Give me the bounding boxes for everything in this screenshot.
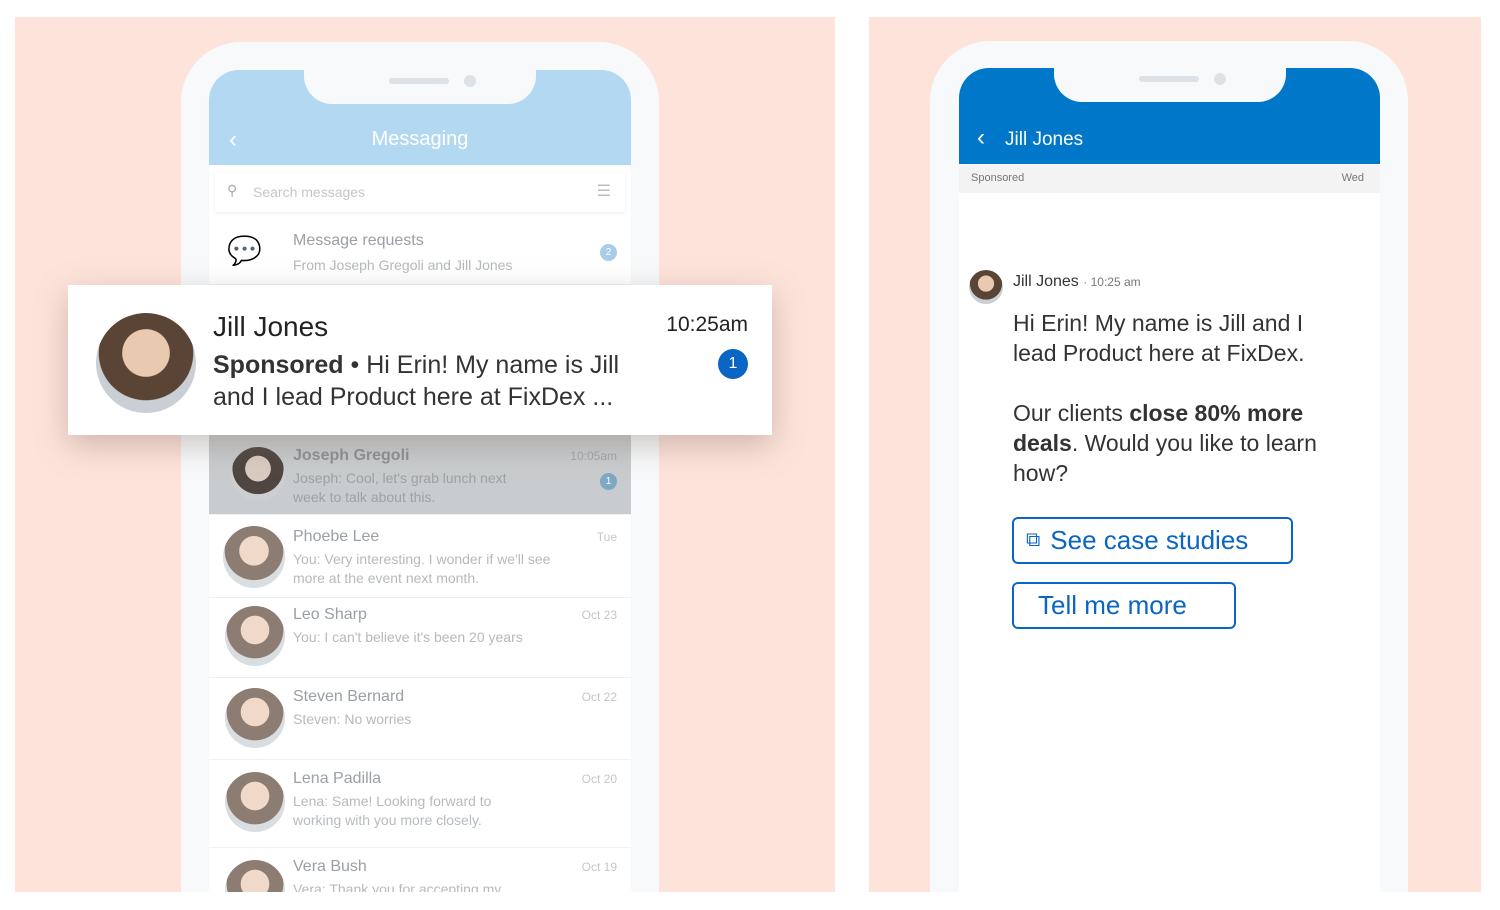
contact-name: Jill Jones xyxy=(213,311,329,342)
message-requests[interactable]: 💬 Message requests From Joseph Gregoli a… xyxy=(209,220,631,285)
left-panel: ‹ Messaging ⚲ Search messages ☰ 💬 Messag… xyxy=(15,17,835,892)
conversation-leo[interactable]: Leo Sharp You: I can't believe it's been… xyxy=(209,598,631,678)
conversation-steven[interactable]: Steven Bernard Steven: No worries Oct 22 xyxy=(209,678,631,760)
sender-line: Jill Jones · 10:25 am xyxy=(1013,273,1141,290)
message-time: 10:25am xyxy=(666,313,748,336)
messaging-screen: ‹ Messaging ⚲ Search messages ☰ 💬 Messag… xyxy=(209,70,631,892)
conversation-header: ‹ Jill Jones xyxy=(959,68,1380,164)
filter-icon[interactable]: ☰ xyxy=(597,181,611,201)
messaging-header: ‹ Messaging xyxy=(209,70,631,165)
conversation-vera[interactable]: Vera Bush Vera: Thank you for accepting … xyxy=(209,848,631,892)
avatar xyxy=(96,313,196,413)
unread-badge: 1 xyxy=(600,473,617,490)
chat-bubbles-icon: 💬 xyxy=(227,235,262,266)
highlighted-conversation-card[interactable]: Jill Jones Sponsored • Hi Erin! My name … xyxy=(68,285,772,435)
search-input[interactable]: Search messages xyxy=(253,184,365,200)
external-link-icon: ⧉ xyxy=(1026,529,1041,551)
conversation-phoebe[interactable]: Phoebe Lee You: Very interesting. I wond… xyxy=(209,518,631,598)
unread-badge: 1 xyxy=(718,349,748,379)
see-case-studies-button[interactable]: ⧉ See case studies xyxy=(1012,517,1293,564)
requests-badge: 2 xyxy=(600,244,617,261)
conversation-lena[interactable]: Lena Padilla Lena: Same! Looking forward… xyxy=(209,760,631,848)
sender-avatar xyxy=(969,270,1003,304)
search-bar[interactable]: ⚲ Search messages ☰ xyxy=(215,172,625,212)
tell-me-more-button[interactable]: Tell me more xyxy=(1012,582,1236,629)
conversation-screen: ‹ Jill Jones Sponsored Wed Jill Jones · … xyxy=(959,68,1380,892)
header-title: Jill Jones xyxy=(1005,129,1084,150)
header-title: Messaging xyxy=(371,128,469,150)
search-icon: ⚲ xyxy=(227,182,238,198)
message-preview: Sponsored • Hi Erin! My name is Jill and … xyxy=(213,351,620,411)
message-body: Hi Erin! My name is Jill and I lead Prod… xyxy=(1013,310,1317,486)
sponsored-bar: Sponsored Wed xyxy=(959,165,1380,193)
right-panel: ‹ Jill Jones Sponsored Wed Jill Jones · … xyxy=(869,17,1481,892)
conversation-joseph[interactable]: Joseph Gregoli Joseph: Cool, let's grab … xyxy=(209,435,631,515)
back-icon[interactable]: ‹ xyxy=(977,124,985,152)
